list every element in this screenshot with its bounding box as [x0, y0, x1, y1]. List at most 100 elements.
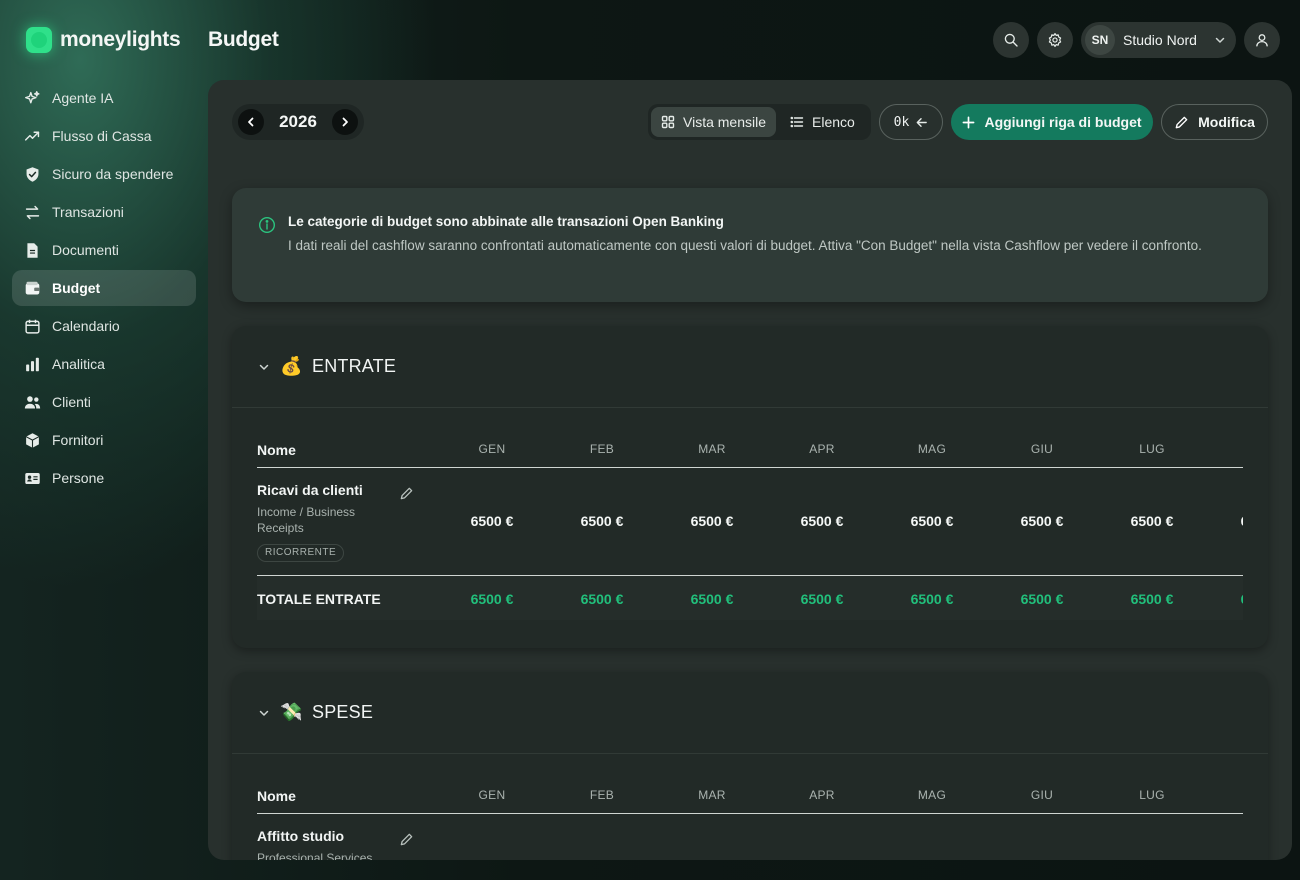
shield-check-icon [24, 166, 41, 183]
year-value: 2026 [279, 112, 317, 131]
arrows-swap-icon [24, 204, 41, 221]
sidebar-item-sicuro-da-spendere[interactable]: Sicuro da spendere [12, 156, 196, 192]
sidebar-item-label: Fornitori [52, 432, 104, 448]
sidebar-item-fornitori[interactable]: Fornitori [12, 422, 196, 458]
column-header-month: GIU [1030, 442, 1054, 456]
chevron-right-icon [342, 117, 348, 127]
grid-icon [661, 115, 675, 129]
column-header-month: MAG [917, 788, 947, 802]
budget-cell[interactable]: 6500 € [892, 513, 972, 529]
sidebar-item-label: Documenti [52, 242, 119, 258]
sparkles-icon [24, 90, 41, 107]
money-wings-icon: 💸 [280, 702, 303, 722]
info-icon [258, 216, 276, 234]
column-header-month: APR [809, 788, 835, 802]
sidebar-item-flusso-di-cassa[interactable]: Flusso di Cassa [12, 118, 196, 154]
budget-cell[interactable]: 6500 € [1222, 513, 1243, 529]
row-category: Professional Services [257, 851, 373, 860]
view-monthly-button[interactable]: Vista mensile [651, 107, 777, 137]
budget-cell[interactable]: 6500 € [782, 513, 862, 529]
expenses-table: Nome GEN FEB MAR APR MAG GIU LUG Affitto… [257, 754, 1243, 860]
budget-cell[interactable]: 6500 € [1112, 513, 1192, 529]
view-list-label: Elenco [812, 114, 855, 130]
expenses-section-header[interactable]: 💸 SPESE [232, 672, 1268, 754]
sidebar-item-documenti[interactable]: Documenti [12, 232, 196, 268]
column-header-month: FEB [589, 788, 615, 802]
chevron-down-icon [259, 710, 269, 716]
info-text: I dati reali del cashflow saranno confro… [288, 238, 1202, 253]
next-year-button[interactable] [331, 109, 358, 135]
income-section-header[interactable]: 💰 ENTRATE [232, 326, 1268, 408]
app-logo[interactable]: moneylights [26, 27, 181, 53]
total-row: TOTALE ENTRATE 6500 € 6500 € 6500 € 6500… [257, 576, 1243, 620]
scale-toggle-button[interactable]: 0k [879, 104, 943, 140]
sidebar-item-analitica[interactable]: Analitica [12, 346, 196, 382]
edit-button[interactable]: Modifica [1161, 104, 1268, 140]
sidebar-item-label: Transazioni [52, 204, 124, 220]
total-cell: 6500 € [690, 591, 734, 607]
previous-year-button[interactable] [238, 109, 264, 135]
chevron-down-icon [259, 364, 269, 370]
total-cell: 6500 € [1222, 591, 1243, 607]
gear-icon [1048, 33, 1062, 47]
list-icon [790, 116, 804, 128]
app-name: moneylights [60, 28, 181, 51]
sidebar-item-label: Agente IA [52, 90, 114, 106]
box-icon [24, 432, 41, 449]
income-table: Nome GEN FEB MAR APR MAG GIU LUG Ricavi … [257, 408, 1243, 620]
view-toggle: Vista mensile Elenco [648, 104, 871, 140]
sidebar-item-label: Analitica [52, 356, 105, 372]
row-name: Affitto studio [257, 828, 345, 844]
budget-cell[interactable]: 6500 € [562, 513, 642, 529]
table-header-row: Nome GEN FEB MAR APR MAG GIU LUG [257, 408, 1243, 468]
column-header-month: APR [809, 442, 835, 456]
scale-label: 0k [893, 114, 910, 130]
info-banner: Le categorie di budget sono abbinate all… [232, 188, 1268, 302]
trend-up-icon [24, 128, 41, 145]
sidebar-nav: Agente IA Flusso di Cassa Sicuro da spen… [12, 80, 196, 498]
sidebar-item-label: Sicuro da spendere [52, 166, 174, 182]
view-monthly-label: Vista mensile [683, 114, 767, 130]
column-header-month: GIU [1030, 788, 1054, 802]
column-header-month: MAR [698, 788, 726, 802]
add-budget-row-button[interactable]: Aggiungi riga di budget [951, 104, 1153, 140]
table-row[interactable]: Ricavi da clienti Income / Business Rece… [257, 468, 1243, 576]
column-header-month: LUG [1139, 442, 1165, 456]
sidebar-item-budget[interactable]: Budget [12, 270, 196, 306]
add-budget-row-label: Aggiungi riga di budget [984, 114, 1142, 130]
sidebar-item-label: Budget [52, 280, 101, 296]
sidebar-item-calendario[interactable]: Calendario [12, 308, 196, 344]
settings-button[interactable] [1037, 22, 1073, 58]
budget-cell[interactable]: 6500 € [452, 513, 532, 529]
expenses-section: 💸 SPESE Nome GEN FEB MAR APR MAG GIU LUG… [232, 672, 1268, 860]
organization-switcher[interactable]: SN Studio Nord [1081, 22, 1236, 58]
view-list-button[interactable]: Elenco [780, 107, 865, 137]
pencil-icon[interactable] [399, 832, 414, 847]
users-icon [24, 394, 41, 411]
search-button[interactable] [993, 22, 1029, 58]
plus-icon [963, 116, 975, 128]
chevron-left-icon [248, 117, 254, 127]
money-bag-icon: 💰 [280, 356, 303, 376]
user-profile-button[interactable] [1244, 22, 1280, 58]
id-card-icon [24, 470, 41, 487]
column-header-month: FEB [589, 442, 615, 456]
column-header-month: MAR [698, 442, 726, 456]
sidebar-item-transazioni[interactable]: Transazioni [12, 194, 196, 230]
sidebar-item-persone[interactable]: Persone [12, 460, 196, 496]
sidebar-item-clienti[interactable]: Clienti [12, 384, 196, 420]
document-icon [24, 242, 41, 259]
pencil-icon [1175, 116, 1188, 128]
sidebar-item-agente-ia[interactable]: Agente IA [12, 80, 196, 116]
calendar-icon [24, 318, 41, 335]
logo-mark-icon [26, 27, 52, 53]
budget-cell[interactable]: 6500 € [1002, 513, 1082, 529]
income-section: 💰 ENTRATE Nome GEN FEB MAR APR MAG GIU L… [232, 326, 1268, 648]
total-cell: 6500 € [910, 591, 954, 607]
arrow-left-icon [916, 117, 928, 127]
sidebar-item-label: Flusso di Cassa [52, 128, 152, 144]
table-row[interactable]: Affitto studio Professional Services [257, 814, 1243, 860]
org-avatar: SN [1085, 25, 1115, 55]
budget-cell[interactable]: 6500 € [672, 513, 752, 529]
sidebar-item-label: Persone [52, 470, 105, 486]
